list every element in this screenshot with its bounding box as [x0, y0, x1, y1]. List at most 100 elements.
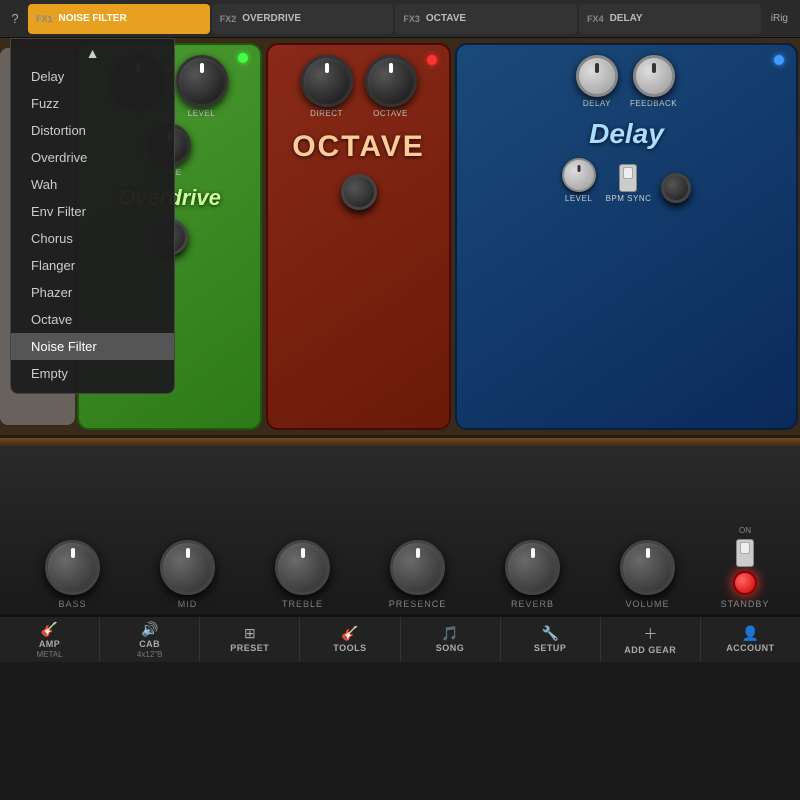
nav-tools-label: ToOLS	[333, 643, 366, 653]
fx-slot-4-id: FX4	[587, 14, 604, 24]
dropdown-item-distortion[interactable]: Distortion	[11, 117, 174, 144]
octave-led	[427, 55, 437, 65]
pedal-octave: DIRECT OCTAVE OCTAVE	[266, 43, 451, 430]
amp-treble-section: TREBLE	[245, 540, 360, 609]
overdrive-level-knob-container: LEVEL	[176, 55, 228, 118]
amp-section: BASS MID TREBLE PRESENCE REVERB	[0, 446, 800, 616]
nav-song-label: SONG	[436, 643, 465, 653]
knob-indicator	[595, 63, 599, 73]
dropdown-item-overdrive[interactable]: Overdrive	[11, 144, 174, 171]
dropdown-item-phazer[interactable]: Phazer	[11, 279, 174, 306]
delay-level-knob[interactable]	[562, 158, 596, 192]
dropdown-item-flanger[interactable]: Flanger	[11, 252, 174, 279]
knob-indicator	[646, 548, 650, 558]
knob-indicator	[200, 63, 204, 73]
fx-area: ▲ Delay Fuzz Distortion Overdrive Wah En…	[0, 38, 800, 438]
delay-delay-knob[interactable]	[576, 55, 618, 97]
octave-octave-label: OCTAVE	[373, 109, 408, 118]
delay-led	[774, 55, 784, 65]
wood-strip	[0, 438, 800, 446]
knob-indicator	[577, 165, 580, 172]
knob-indicator	[531, 548, 535, 558]
knob-indicator	[416, 548, 420, 558]
dropdown-item-delay[interactable]: Delay	[11, 63, 174, 90]
nav-amp-label: AMP	[39, 639, 61, 649]
amp-treble-knob[interactable]	[275, 540, 330, 595]
account-icon: 👤	[742, 625, 759, 642]
nav-amp[interactable]: 🎸 AMP METAL	[0, 617, 100, 662]
fx-slot-2-id: FX2	[220, 14, 237, 24]
fx-slot-4-name: DELAY	[610, 13, 643, 24]
fx-top-bar: ? FX1 NOISE FILTER FX2 OVERDRIVE FX3 OCT…	[0, 0, 800, 38]
nav-preset[interactable]: ⊞ PRESET	[200, 617, 300, 662]
octave-pedal-name: OCTAVE	[292, 130, 425, 164]
standby-label: STANDBY	[721, 599, 770, 609]
nav-account[interactable]: 👤 ACCOUNT	[701, 617, 800, 662]
octave-footswitch[interactable]	[341, 174, 377, 210]
octave-knobs: DIRECT OCTAVE	[301, 55, 417, 118]
standby-toggle[interactable]	[736, 539, 754, 567]
dropdown-item-empty[interactable]: Empty	[11, 360, 174, 387]
amp-mid-section: MID	[130, 540, 245, 609]
fx-slot-3[interactable]: FX3 OCTAVE	[395, 4, 577, 34]
nav-amp-sub: METAL	[37, 650, 63, 659]
toggle-body	[736, 539, 754, 567]
amp-bass-knob[interactable]	[45, 540, 100, 595]
dropdown-item-noisefilter[interactable]: Noise Filter	[11, 333, 174, 360]
amp-reverb-knob[interactable]	[505, 540, 560, 595]
nav-setup-label: SETUP	[534, 643, 567, 653]
delay-bottom-row: LEVEL BPM SYNC	[562, 158, 692, 203]
knob-indicator	[186, 548, 190, 558]
overdrive-level-knob[interactable]	[176, 55, 228, 107]
fx-slot-1[interactable]: FX1 NOISE FILTER	[28, 4, 210, 34]
dropdown-item-fuzz[interactable]: Fuzz	[11, 90, 174, 117]
amp-volume-knob[interactable]	[620, 540, 675, 595]
nav-account-label: ACCOUNT	[726, 643, 775, 653]
delay-level-knob-container: LEVEL	[562, 158, 596, 203]
pedal-delay: DELAY FEEDBACK Delay LEVEL BPM SY	[455, 43, 798, 430]
fx-slot-2[interactable]: FX2 OVERDRIVE	[212, 4, 394, 34]
nav-cab[interactable]: 🔊 CAB 4x12"B	[100, 617, 200, 662]
delay-feedback-knob[interactable]	[633, 55, 675, 97]
preset-icon: ⊞	[244, 625, 256, 642]
octave-direct-knob[interactable]	[301, 55, 353, 107]
power-led	[733, 571, 757, 595]
dropdown-item-octave[interactable]: Octave	[11, 306, 174, 333]
nav-song[interactable]: 🎵 SONG	[401, 617, 501, 662]
dropdown-arrow: ▲	[11, 45, 174, 61]
fx-slot-4[interactable]: FX4 DELAY	[579, 4, 761, 34]
knob-indicator	[301, 548, 305, 558]
delay-delay-label: DELAY	[583, 99, 611, 108]
delay-pedal-name: Delay	[589, 118, 664, 150]
amp-volume-label: VOLUME	[625, 599, 669, 609]
amp-mid-knob[interactable]	[160, 540, 215, 595]
delay-level-label: LEVEL	[565, 194, 592, 203]
delay-delay-knob-container: DELAY	[576, 55, 618, 108]
amp-reverb-label: REVERB	[511, 599, 554, 609]
dropdown-item-envfilter[interactable]: Env Filter	[11, 198, 174, 225]
overdrive-level-label: LEVEL	[188, 109, 215, 118]
dropdown-item-wah[interactable]: Wah	[11, 171, 174, 198]
octave-direct-label: DIRECT	[310, 109, 343, 118]
amp-presence-section: PRESENCE	[360, 540, 475, 609]
amp-treble-label: TREBLE	[282, 599, 323, 609]
standby-on-label: ON	[739, 526, 751, 535]
fx-slot-3-id: FX3	[403, 14, 420, 24]
nav-tools[interactable]: 🎸 ToOLS	[300, 617, 400, 662]
nav-addgear[interactable]: ＋ ADD GEAR	[601, 617, 701, 662]
amp-icon: 🎸	[41, 621, 58, 638]
delay-footswitch[interactable]	[661, 173, 691, 203]
amp-bass-label: BASS	[58, 599, 86, 609]
fx-slot-3-name: OCTAVE	[426, 13, 466, 24]
help-button[interactable]: ?	[4, 11, 26, 26]
amp-knobs-row: BASS MID TREBLE PRESENCE REVERB	[15, 458, 785, 609]
delay-bpm-sync-toggle[interactable]: BPM SYNC	[606, 164, 652, 203]
delay-feedback-label: FEEDBACK	[630, 99, 677, 108]
nav-setup[interactable]: 🔧 SETUP	[501, 617, 601, 662]
dropdown-item-chorus[interactable]: Chorus	[11, 225, 174, 252]
amp-bass-section: BASS	[15, 540, 130, 609]
fx-dropdown-menu: ▲ Delay Fuzz Distortion Overdrive Wah En…	[10, 38, 175, 394]
nav-cab-label: CAB	[139, 639, 160, 649]
amp-presence-knob[interactable]	[390, 540, 445, 595]
octave-octave-knob[interactable]	[365, 55, 417, 107]
